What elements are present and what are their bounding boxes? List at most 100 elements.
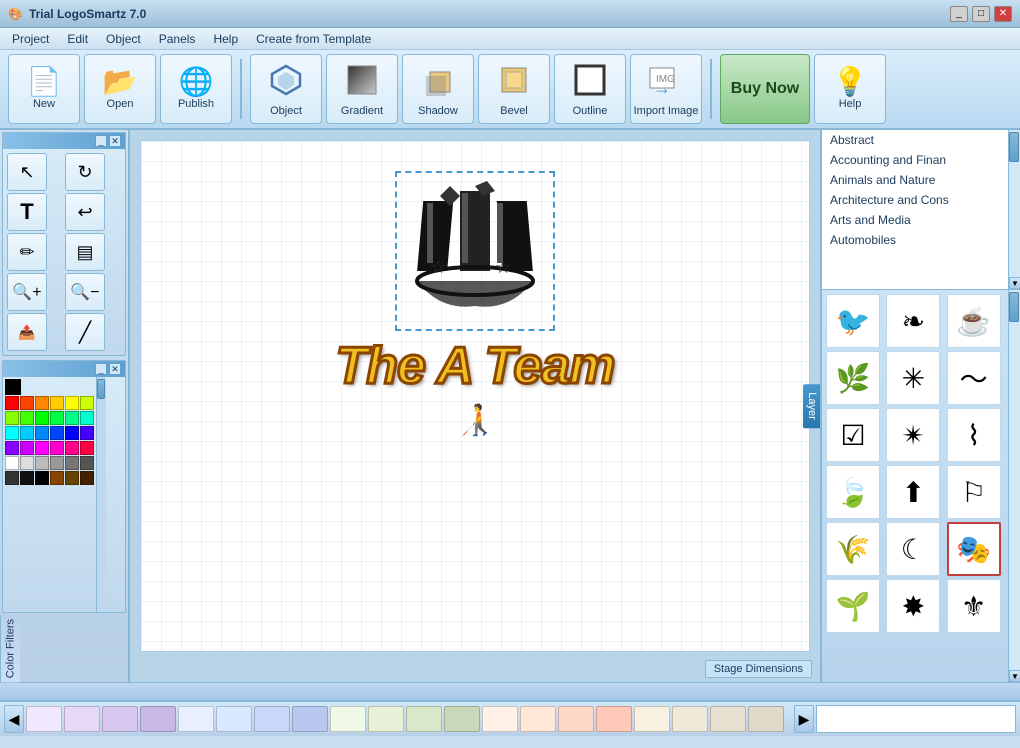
menu-panels[interactable]: Panels bbox=[151, 30, 204, 48]
import-image-button[interactable]: →IMG Import Image bbox=[630, 54, 702, 124]
new-button[interactable]: 📄 New bbox=[8, 54, 80, 124]
color-swatch[interactable] bbox=[80, 441, 94, 455]
shadow-button[interactable]: Shadow bbox=[402, 54, 474, 124]
category-item-5[interactable]: Automobiles bbox=[822, 230, 1020, 250]
symbol-cell-14[interactable]: 🎭 bbox=[947, 522, 1001, 576]
palette-left-arrow[interactable]: ◀ bbox=[4, 705, 24, 733]
layers-tool[interactable]: ▤ bbox=[65, 233, 105, 271]
bottom-palette-swatch[interactable] bbox=[520, 706, 556, 732]
bottom-palette-swatch[interactable] bbox=[216, 706, 252, 732]
color-swatch[interactable] bbox=[80, 471, 94, 485]
color-swatch[interactable] bbox=[80, 411, 94, 425]
color-swatch[interactable] bbox=[65, 396, 79, 410]
close-button[interactable]: ✕ bbox=[994, 6, 1012, 22]
color-swatch[interactable] bbox=[20, 471, 34, 485]
undo-tool[interactable]: ↩ bbox=[65, 193, 105, 231]
color-swatch[interactable] bbox=[65, 411, 79, 425]
bottom-palette-swatch[interactable] bbox=[254, 706, 290, 732]
tools-panel-close[interactable]: ✕ bbox=[109, 135, 121, 147]
menu-help[interactable]: Help bbox=[205, 30, 246, 48]
category-item-3[interactable]: Architecture and Cons bbox=[822, 190, 1020, 210]
color-swatch[interactable] bbox=[5, 396, 19, 410]
help-button[interactable]: 💡 Help bbox=[814, 54, 886, 124]
category-scrollbar[interactable]: ▼ bbox=[1008, 130, 1020, 289]
color-panel-close[interactable]: ✕ bbox=[109, 363, 121, 375]
symbol-cell-15[interactable]: 🌱 bbox=[826, 579, 880, 633]
bottom-palette-swatch[interactable] bbox=[482, 706, 518, 732]
color-swatch[interactable] bbox=[35, 411, 49, 425]
logo-building-container[interactable]: ☆ ☆ bbox=[395, 171, 555, 331]
bottom-palette-swatch[interactable] bbox=[26, 706, 62, 732]
category-item-1[interactable]: Accounting and Finan bbox=[822, 150, 1020, 170]
color-swatch[interactable] bbox=[20, 396, 34, 410]
gradient-button[interactable]: Gradient bbox=[326, 54, 398, 124]
symbol-scrollbar[interactable]: ▼ bbox=[1008, 290, 1020, 682]
menu-project[interactable]: Project bbox=[4, 30, 57, 48]
category-item-0[interactable]: Abstract bbox=[822, 130, 1020, 150]
color-swatch[interactable] bbox=[65, 471, 79, 485]
bottom-palette-swatch[interactable] bbox=[140, 706, 176, 732]
bevel-button[interactable]: Bevel bbox=[478, 54, 550, 124]
color-swatch[interactable] bbox=[20, 441, 34, 455]
symbol-cell-12[interactable]: 🌾 bbox=[826, 522, 880, 576]
text-tool[interactable]: T bbox=[7, 193, 47, 231]
bottom-palette-swatch[interactable] bbox=[292, 706, 328, 732]
color-scrollbar[interactable] bbox=[96, 377, 106, 612]
color-swatch[interactable] bbox=[5, 441, 19, 455]
bottom-palette-swatch[interactable] bbox=[596, 706, 632, 732]
open-button[interactable]: 📂 Open bbox=[84, 54, 156, 124]
category-item-4[interactable]: Arts and Media bbox=[822, 210, 1020, 230]
color-swatch[interactable] bbox=[5, 471, 19, 485]
color-swatch[interactable] bbox=[50, 471, 64, 485]
symbol-cell-6[interactable]: ☑ bbox=[826, 408, 880, 462]
symbol-cell-16[interactable]: ✸ bbox=[886, 579, 940, 633]
symbol-cell-11[interactable]: ⚐ bbox=[947, 465, 1001, 519]
color-panel-minimize[interactable]: _ bbox=[95, 363, 107, 375]
color-swatch[interactable] bbox=[20, 456, 34, 470]
color-swatch[interactable] bbox=[50, 411, 64, 425]
symbol-cell-10[interactable]: ⬆ bbox=[886, 465, 940, 519]
symbol-cell-17[interactable]: ⚜ bbox=[947, 579, 1001, 633]
bottom-palette-swatch[interactable] bbox=[444, 706, 480, 732]
color-swatch[interactable] bbox=[20, 411, 34, 425]
color-swatch[interactable] bbox=[80, 456, 94, 470]
color-swatch[interactable] bbox=[35, 396, 49, 410]
layer-tab[interactable]: Layer bbox=[803, 384, 820, 428]
color-swatch[interactable] bbox=[35, 441, 49, 455]
export-tool[interactable]: 📤 bbox=[7, 313, 47, 351]
symbol-cell-3[interactable]: 🌿 bbox=[826, 351, 880, 405]
color-filters-tab[interactable]: Color Filters bbox=[0, 615, 20, 682]
publish-button[interactable]: 🌐 Publish bbox=[160, 54, 232, 124]
menu-edit[interactable]: Edit bbox=[59, 30, 96, 48]
color-swatch[interactable] bbox=[5, 426, 19, 440]
object-button[interactable]: Object bbox=[250, 54, 322, 124]
category-item-2[interactable]: Animals and Nature bbox=[822, 170, 1020, 190]
select-tool[interactable]: ↖ bbox=[7, 153, 47, 191]
color-swatch[interactable] bbox=[80, 396, 94, 410]
canvas-inner[interactable]: ☆ ☆ The A Team 🧑‍🦯 Here To Help bbox=[140, 140, 810, 652]
bottom-palette-swatch[interactable] bbox=[330, 706, 366, 732]
symbol-cell-9[interactable]: 🍃 bbox=[826, 465, 880, 519]
color-swatch[interactable] bbox=[80, 426, 94, 440]
symbol-cell-4[interactable]: ✳ bbox=[886, 351, 940, 405]
bottom-palette-swatch[interactable] bbox=[178, 706, 214, 732]
color-x-swatch[interactable]: ✕ bbox=[5, 379, 21, 395]
bottom-palette-swatch[interactable] bbox=[710, 706, 746, 732]
buy-now-button[interactable]: Buy Now bbox=[720, 54, 810, 124]
color-swatch[interactable] bbox=[20, 426, 34, 440]
bottom-palette-swatch[interactable] bbox=[672, 706, 708, 732]
color-swatch[interactable] bbox=[35, 456, 49, 470]
color-swatch[interactable] bbox=[65, 426, 79, 440]
symbol-cell-5[interactable]: 〜 bbox=[947, 351, 1001, 405]
sym-scroll-down[interactable]: ▼ bbox=[1009, 670, 1020, 682]
symbol-cell-13[interactable]: ☾ bbox=[886, 522, 940, 576]
color-swatch[interactable] bbox=[35, 471, 49, 485]
color-swatch[interactable] bbox=[5, 411, 19, 425]
symbol-cell-2[interactable]: ☕ bbox=[947, 294, 1001, 348]
zoom-in-tool[interactable]: 🔍+ bbox=[7, 273, 47, 311]
color-swatch[interactable] bbox=[65, 441, 79, 455]
symbol-cell-1[interactable]: ❧ bbox=[886, 294, 940, 348]
color-swatch[interactable] bbox=[50, 426, 64, 440]
symbol-cell-0[interactable]: 🐦 bbox=[826, 294, 880, 348]
color-swatch[interactable] bbox=[50, 441, 64, 455]
